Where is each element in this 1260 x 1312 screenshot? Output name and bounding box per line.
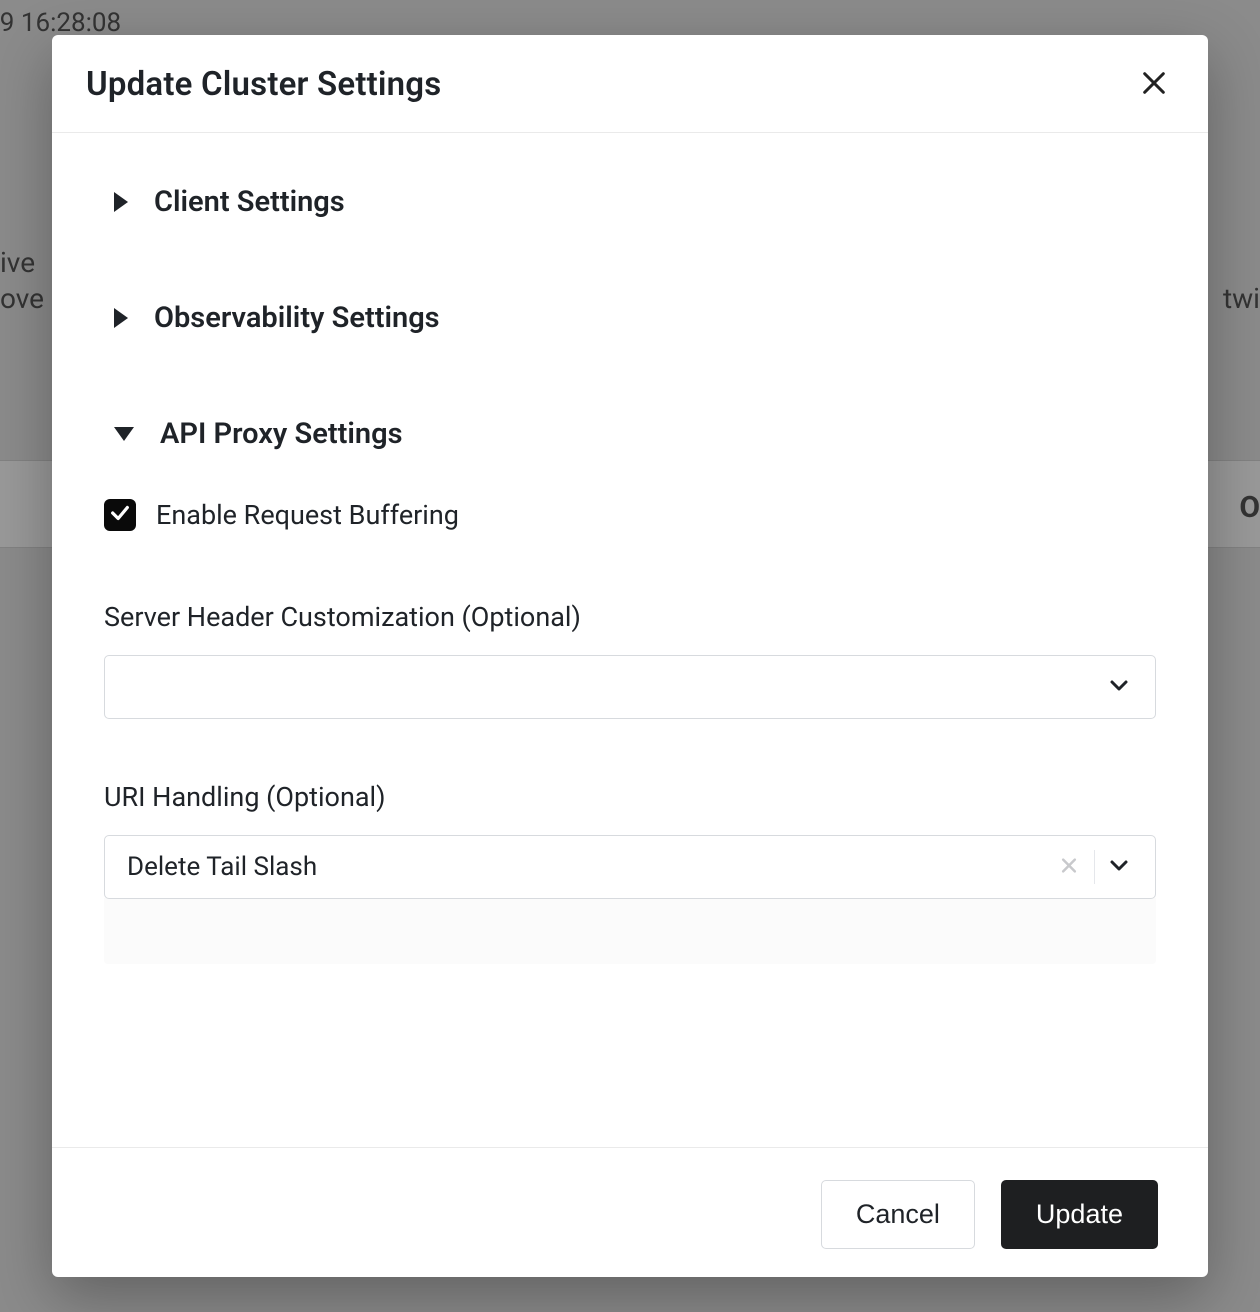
background-text: twi <box>1223 282 1260 315</box>
cancel-button[interactable]: Cancel <box>821 1180 975 1249</box>
chevron-down-icon <box>1107 853 1131 881</box>
background-text: ove <box>0 282 44 315</box>
modal-title: Update Cluster Settings <box>86 65 441 104</box>
section-title: Client Settings <box>154 185 345 219</box>
chevron-down-icon <box>1107 673 1131 701</box>
background-text: O <box>1239 490 1260 525</box>
enable-request-buffering-label: Enable Request Buffering <box>156 499 459 531</box>
uri-handling-description-panel <box>104 898 1156 964</box>
caret-down-icon <box>114 427 134 441</box>
modal-header: Update Cluster Settings <box>52 35 1208 133</box>
api-proxy-settings-content: Enable Request Buffering Server Header C… <box>102 473 1158 974</box>
close-button[interactable] <box>1134 63 1174 106</box>
caret-right-icon <box>114 192 128 212</box>
uri-handling-field: URI Handling (Optional) Delete Tail Slas… <box>104 781 1156 964</box>
enable-request-buffering-checkbox[interactable] <box>104 499 136 531</box>
section-observability-settings[interactable]: Observability Settings <box>102 279 1158 357</box>
background-timestamp: -09 16:28:08 <box>0 8 121 38</box>
uri-handling-label: URI Handling (Optional) <box>104 781 1156 813</box>
close-icon <box>1140 69 1168 100</box>
uri-handling-value: Delete Tail Slash <box>127 852 317 882</box>
section-title: Observability Settings <box>154 301 440 335</box>
divider <box>1094 850 1095 884</box>
update-cluster-settings-modal: Update Cluster Settings Client Settings … <box>52 35 1208 1277</box>
check-icon <box>109 502 131 528</box>
section-client-settings[interactable]: Client Settings <box>102 163 1158 241</box>
caret-right-icon <box>114 308 128 328</box>
section-title: API Proxy Settings <box>160 417 402 451</box>
server-header-select[interactable] <box>104 655 1156 719</box>
section-api-proxy-settings[interactable]: API Proxy Settings <box>102 395 1158 473</box>
modal-footer: Cancel Update <box>52 1147 1208 1277</box>
enable-request-buffering-row: Enable Request Buffering <box>104 499 1156 531</box>
server-header-label: Server Header Customization (Optional) <box>104 601 1156 633</box>
background-text: ive <box>0 246 35 279</box>
uri-handling-select[interactable]: Delete Tail Slash <box>104 835 1156 899</box>
close-icon <box>1059 856 1079 879</box>
server-header-field: Server Header Customization (Optional) <box>104 601 1156 719</box>
clear-uri-handling-button[interactable] <box>1053 850 1085 885</box>
modal-body: Client Settings Observability Settings A… <box>52 133 1208 1147</box>
update-button[interactable]: Update <box>1001 1180 1158 1249</box>
